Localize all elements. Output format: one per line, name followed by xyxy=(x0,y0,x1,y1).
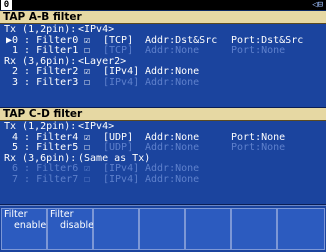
softkey-label: Filter xyxy=(50,209,74,220)
filter-enable-checkbox: ☐ xyxy=(84,173,91,185)
tx-header: Tx (1,2pin): <IPv4> xyxy=(0,24,326,35)
filter-port: Port:None xyxy=(231,142,286,153)
filter-name: 2 : Filter2 xyxy=(12,66,79,77)
filter-enable-softkey[interactable]: Filter enable☑ xyxy=(1,208,55,250)
filter-row-2[interactable]: 2 : Filter2 ☑ [IPv4] Addr:None xyxy=(0,66,326,77)
softkey-bar: Filter enable☑ Filter disable☐ xyxy=(0,205,326,252)
rx-header-label: Rx (3,6pin): xyxy=(4,152,77,164)
filter-addr: Addr:None xyxy=(145,76,200,88)
top-status-bar: 0 ◁⊟ xyxy=(0,0,326,11)
tap-ab-filter-panel: TAP A-B filter Tx (1,2pin): <IPv4> ▶ 0 :… xyxy=(0,11,326,108)
page-number: 0 xyxy=(1,0,12,10)
filter-name: 6 : Filter6 xyxy=(12,163,79,174)
filter-enable-checkbox[interactable]: ☑ xyxy=(84,35,90,46)
filter-addr: Addr:None xyxy=(145,45,200,56)
tap-cd-filter-panel: TAP C-D filter Tx (1,2pin): <IPv4> 4 : F… xyxy=(0,108,326,205)
filter-port: Port:None xyxy=(231,45,286,56)
filter-protocol: [IPv4] xyxy=(103,66,140,77)
filter-row-7: 7 : Filter7 ☐ [IPv4] Addr:None xyxy=(0,174,326,185)
filter-name: 7 : Filter7 xyxy=(12,173,79,185)
filter-protocol: [IPv4] xyxy=(103,173,140,185)
filter-enable-checkbox: ☑ xyxy=(84,163,91,174)
filter-name: 0 : Filter0 xyxy=(12,34,79,46)
filter-protocol: [TCP] xyxy=(103,45,134,56)
filter-name: 1 : Filter1 xyxy=(12,45,79,56)
softkey-5[interactable] xyxy=(185,208,231,250)
filter-addr: Addr:None xyxy=(145,173,200,185)
filter-row-0[interactable]: ▶ 0 : Filter0 ☑ [TCP] Addr:Dst&Src Port:… xyxy=(0,35,326,46)
softkey-4[interactable] xyxy=(139,208,185,250)
filter-name: 3 : Filter3 xyxy=(12,76,79,88)
panel-title: TAP C-D filter xyxy=(0,108,326,121)
softkey-label: enable☑ xyxy=(14,220,55,231)
connection-status-icon: ◁⊟ xyxy=(312,0,323,10)
panel-title: TAP A-B filter xyxy=(0,11,326,24)
filter-addr: Addr:Dst&Src xyxy=(145,34,218,46)
softkey-7[interactable] xyxy=(277,208,325,250)
filter-name: 4 : Filter4 xyxy=(12,131,79,143)
filter-enable-checkbox[interactable]: ☐ xyxy=(84,77,90,88)
filter-enable-checkbox[interactable]: ☑ xyxy=(84,132,90,143)
softkey-6[interactable] xyxy=(231,208,277,250)
tx-header-label: Tx (1,2pin): xyxy=(4,121,77,132)
filter-protocol: [IPv4] xyxy=(103,163,140,174)
tx-header: Tx (1,2pin): <IPv4> xyxy=(0,121,326,132)
rx-header-value: (Same as Tx) xyxy=(78,152,151,164)
filter-row-1[interactable]: 1 : Filter1 ☐ [TCP] Addr:None Port:None xyxy=(0,45,326,56)
filter-protocol: [UDP] xyxy=(103,131,134,143)
rx-header-value: <Layer2> xyxy=(78,55,127,67)
filter-protocol: [IPv4] xyxy=(103,76,140,88)
filter-enable-checkbox[interactable]: ☑ xyxy=(84,66,90,77)
softkey-3[interactable] xyxy=(93,208,139,250)
softkey-label: disable☐ xyxy=(60,220,103,231)
rx-header: Rx (3,6pin): (Same as Tx) xyxy=(0,153,326,164)
filter-addr: Addr:None xyxy=(145,163,200,174)
filter-port: Port:Dst&Src xyxy=(231,34,304,46)
tx-header-label: Tx (1,2pin): xyxy=(4,24,77,35)
filter-row-6: 6 : Filter6 ☑ [IPv4] Addr:None xyxy=(0,163,326,174)
filter-enable-checkbox[interactable]: ☐ xyxy=(84,142,90,153)
filter-protocol: [UDP] xyxy=(103,142,134,153)
filter-port: Port:None xyxy=(231,131,286,143)
tx-header-value: <IPv4> xyxy=(78,121,115,132)
filter-protocol: [TCP] xyxy=(103,34,134,46)
rx-header: Rx (3,6pin): <Layer2> xyxy=(0,56,326,67)
softkey-label: Filter xyxy=(4,209,28,220)
filter-row-3[interactable]: 3 : Filter3 ☐ [IPv4] Addr:None xyxy=(0,77,326,88)
tx-header-value: <IPv4> xyxy=(78,24,115,35)
filter-addr: Addr:None xyxy=(145,66,200,77)
rx-header-label: Rx (3,6pin): xyxy=(4,55,77,67)
filter-addr: Addr:None xyxy=(145,142,200,153)
filter-row-4[interactable]: 4 : Filter4 ☑ [UDP] Addr:None Port:None xyxy=(0,132,326,143)
filter-disable-softkey[interactable]: Filter disable☐ xyxy=(47,208,103,250)
filter-enable-checkbox[interactable]: ☐ xyxy=(84,45,90,56)
filter-addr: Addr:None xyxy=(145,131,200,143)
filter-name: 5 : Filter5 xyxy=(12,142,79,153)
filter-row-5[interactable]: 5 : Filter5 ☐ [UDP] Addr:None Port:None xyxy=(0,142,326,153)
